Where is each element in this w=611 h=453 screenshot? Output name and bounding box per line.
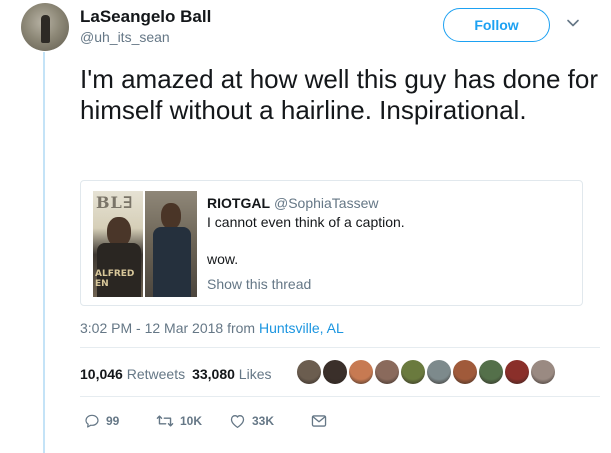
- liker-avatar[interactable]: [297, 360, 321, 384]
- divider: [80, 396, 600, 397]
- follow-button[interactable]: Follow: [443, 8, 550, 42]
- liker-avatar[interactable]: [505, 360, 529, 384]
- liker-avatars: [297, 360, 557, 384]
- timestamp[interactable]: 3:02 PM - 12 Mar 2018 from: [80, 320, 259, 336]
- reply-button[interactable]: 99: [84, 413, 156, 429]
- author-display-name[interactable]: LaSeangelo Ball: [80, 7, 211, 27]
- divider: [80, 347, 600, 348]
- liker-avatar[interactable]: [427, 360, 451, 384]
- tweet-metadata: 3:02 PM - 12 Mar 2018 from Huntsville, A…: [80, 320, 344, 336]
- quoted-tweet-card[interactable]: BL∃ ALFRED EN RIOTGAL @SophiaTassew I ca…: [80, 180, 583, 306]
- magazine-title: BL∃: [96, 193, 134, 212]
- thread-connector-line: [43, 52, 45, 453]
- liker-avatar[interactable]: [401, 360, 425, 384]
- retweets-label[interactable]: Retweets: [127, 366, 185, 382]
- quoted-image-magazine[interactable]: BL∃ ALFRED EN: [93, 191, 143, 297]
- magazine-caption: ALFRED EN: [95, 269, 135, 289]
- quoted-text: I cannot even think of a caption.: [207, 214, 405, 230]
- retweets-count[interactable]: 10,046: [80, 366, 123, 382]
- reply-count: 99: [106, 414, 120, 428]
- tweet-text: I'm amazed at how well this guy has done…: [80, 64, 599, 125]
- quoted-text-line2: wow.: [207, 251, 239, 267]
- chevron-down-icon[interactable]: [566, 16, 580, 30]
- tweet-actions: 99 10K 33K: [84, 413, 327, 429]
- liker-avatar[interactable]: [323, 360, 347, 384]
- reply-icon: [85, 414, 99, 428]
- location-link[interactable]: Huntsville, AL: [259, 320, 344, 336]
- quoted-handle: @SophiaTassew: [274, 195, 379, 211]
- retweet-button[interactable]: 10K: [156, 413, 229, 429]
- quoted-image-portrait[interactable]: [145, 191, 197, 297]
- author-handle[interactable]: @uh_its_sean: [80, 29, 170, 45]
- liker-avatar[interactable]: [453, 360, 477, 384]
- like-button[interactable]: 33K: [229, 413, 311, 429]
- retweet-count: 10K: [180, 414, 203, 428]
- show-thread-link[interactable]: Show this thread: [207, 276, 311, 292]
- likes-label[interactable]: Likes: [239, 366, 272, 382]
- likes-count[interactable]: 33,080: [192, 366, 235, 382]
- liker-avatar[interactable]: [375, 360, 399, 384]
- retweet-icon: [156, 415, 174, 427]
- liker-avatar[interactable]: [531, 360, 555, 384]
- like-icon: [230, 415, 245, 429]
- message-button[interactable]: [311, 414, 327, 428]
- message-icon: [311, 415, 327, 427]
- liker-avatar[interactable]: [349, 360, 373, 384]
- avatar[interactable]: [21, 3, 69, 51]
- liker-avatar[interactable]: [479, 360, 503, 384]
- like-count: 33K: [252, 414, 275, 428]
- engagement-stats: 10,046 Retweets 33,080 Likes: [80, 366, 271, 382]
- quoted-display-name: RIOTGAL: [207, 195, 270, 211]
